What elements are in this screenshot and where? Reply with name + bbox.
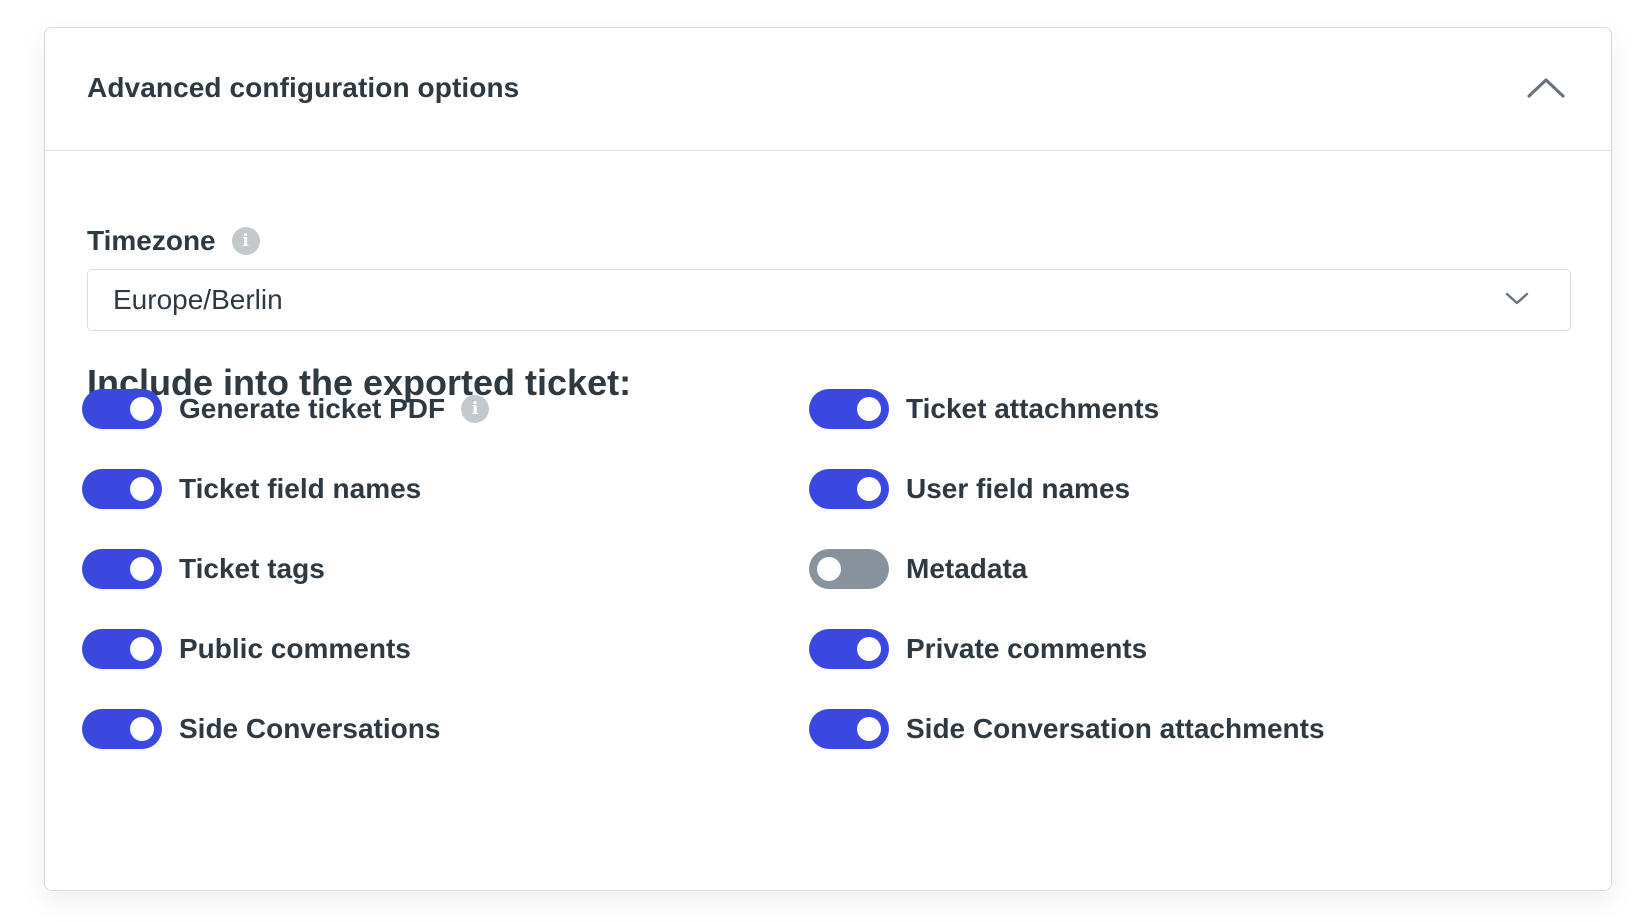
toggle-knob [817, 557, 841, 581]
panel-header[interactable]: Advanced configuration options [45, 28, 1611, 151]
toggle-knob [857, 637, 881, 661]
option-label: Private comments [906, 633, 1148, 664]
info-icon[interactable]: i [231, 227, 260, 255]
option-side-conversations: Side Conversations [82, 709, 440, 749]
option-side-conversation-attachments: Side Conversation attachments [809, 709, 1325, 749]
option-label: Metadata [906, 553, 1028, 584]
timezone-label: Timezone [87, 225, 216, 256]
option-label: Public comments [179, 633, 411, 664]
toggle-knob [130, 557, 154, 581]
toggle-side-conversations[interactable] [82, 709, 162, 749]
option-label: Generate ticket PDF [179, 393, 446, 424]
timezone-select-value: Europe/Berlin [113, 284, 283, 315]
option-label: User field names [906, 473, 1131, 504]
toggle-side-conversation-attachments[interactable] [809, 709, 889, 749]
option-public-comments: Public comments [82, 629, 411, 669]
toggle-ticket-attachments[interactable] [809, 389, 889, 429]
toggle-generate-ticket-pdf[interactable] [82, 389, 162, 429]
option-label: Ticket field names [179, 473, 422, 504]
option-private-comments: Private comments [809, 629, 1147, 669]
option-generate-ticket-pdf: Generate ticket PDF i [82, 389, 490, 429]
option-user-field-names: User field names [809, 469, 1130, 509]
toggle-public-comments[interactable] [82, 629, 162, 669]
chevron-up-icon[interactable] [1525, 72, 1567, 102]
toggle-knob [857, 397, 881, 421]
option-metadata: Metadata [809, 549, 1027, 589]
option-label: Ticket tags [179, 553, 325, 584]
toggle-ticket-field-names[interactable] [82, 469, 162, 509]
option-label: Side Conversation attachments [906, 713, 1325, 744]
chevron-down-icon [1505, 292, 1529, 305]
info-icon[interactable]: i [461, 395, 490, 423]
toggle-user-field-names[interactable] [809, 469, 889, 509]
panel-title: Advanced configuration options [87, 72, 520, 103]
advanced-config-panel: Advanced configuration options Timezone … [44, 27, 1612, 891]
toggle-knob [857, 717, 881, 741]
option-label: Ticket attachments [906, 393, 1160, 424]
toggle-knob [130, 637, 154, 661]
timezone-label-row: Timezone i [87, 224, 260, 258]
option-label: Side Conversations [179, 713, 441, 744]
option-ticket-tags: Ticket tags [82, 549, 325, 589]
toggle-ticket-tags[interactable] [82, 549, 162, 589]
toggle-knob [857, 477, 881, 501]
toggle-metadata[interactable] [809, 549, 889, 589]
option-ticket-field-names: Ticket field names [82, 469, 421, 509]
option-ticket-attachments: Ticket attachments [809, 389, 1159, 429]
toggle-private-comments[interactable] [809, 629, 889, 669]
toggle-knob [130, 717, 154, 741]
toggle-knob [130, 477, 154, 501]
toggle-knob [130, 397, 154, 421]
timezone-select[interactable]: Europe/Berlin [87, 269, 1571, 331]
